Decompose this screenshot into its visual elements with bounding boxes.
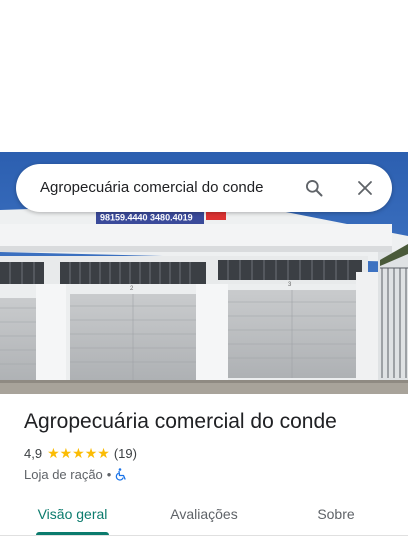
tab-about[interactable]: Sobre <box>306 494 366 534</box>
tab-overview[interactable]: Visão geral <box>30 494 115 534</box>
place-category[interactable]: Loja de ração <box>24 467 103 482</box>
category-row: Loja de ração • <box>24 465 394 483</box>
search-input[interactable]: Agropecuária comercial do conde <box>40 164 263 212</box>
place-tabs: Visão geral Avaliações Sobre <box>0 494 408 536</box>
review-count: (19) <box>113 445 137 461</box>
sign-text: 98159.4440 3480.4019 <box>100 213 193 223</box>
place-title: Agropecuária comercial do conde <box>24 410 337 433</box>
rating-stars-icon: ★★★★★ <box>47 444 110 461</box>
rating-value: 4,9 <box>24 445 43 461</box>
clear-search-button[interactable] <box>353 176 377 200</box>
search-icon <box>306 180 323 197</box>
separator: • <box>106 466 112 482</box>
search-button[interactable] <box>302 176 326 200</box>
place-info: Agropecuária comercial do conde 4,9 ★★★★… <box>24 406 394 483</box>
search-bar[interactable]: Agropecuária comercial do conde <box>16 164 392 212</box>
rating-row[interactable]: 4,9 ★★★★★ (19) <box>24 444 394 462</box>
wheelchair-icon <box>115 467 127 481</box>
close-icon <box>358 181 372 195</box>
tabs-divider <box>0 535 408 536</box>
tab-reviews[interactable]: Avaliações <box>160 494 248 534</box>
